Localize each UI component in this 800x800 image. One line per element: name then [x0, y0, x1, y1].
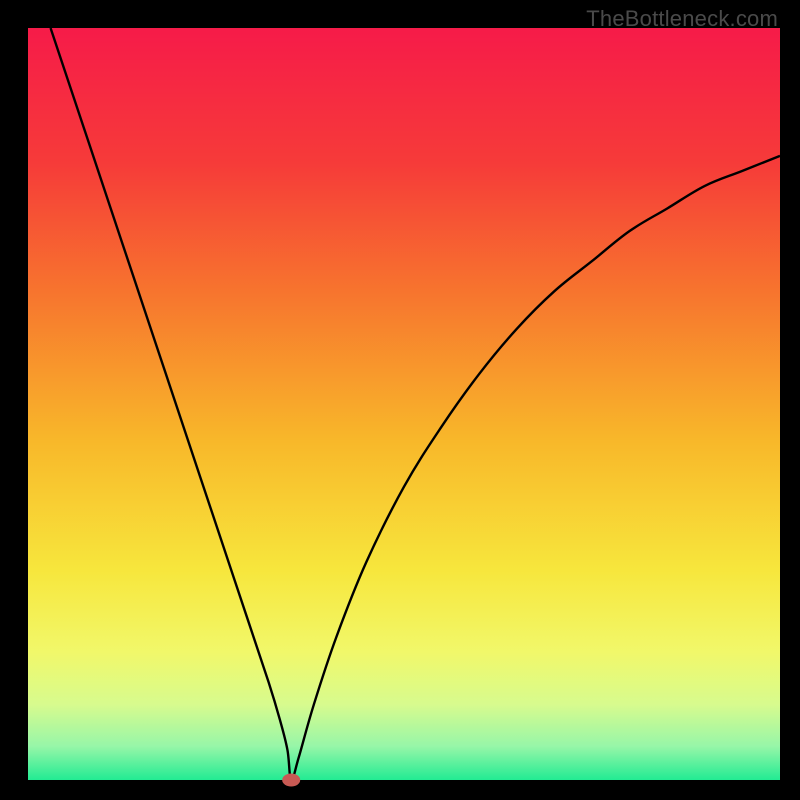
chart-container: TheBottleneck.com — [0, 0, 800, 800]
watermark-text: TheBottleneck.com — [586, 6, 778, 32]
optimum-marker — [282, 774, 300, 787]
bottleneck-chart — [0, 0, 800, 800]
plot-background — [28, 28, 780, 780]
